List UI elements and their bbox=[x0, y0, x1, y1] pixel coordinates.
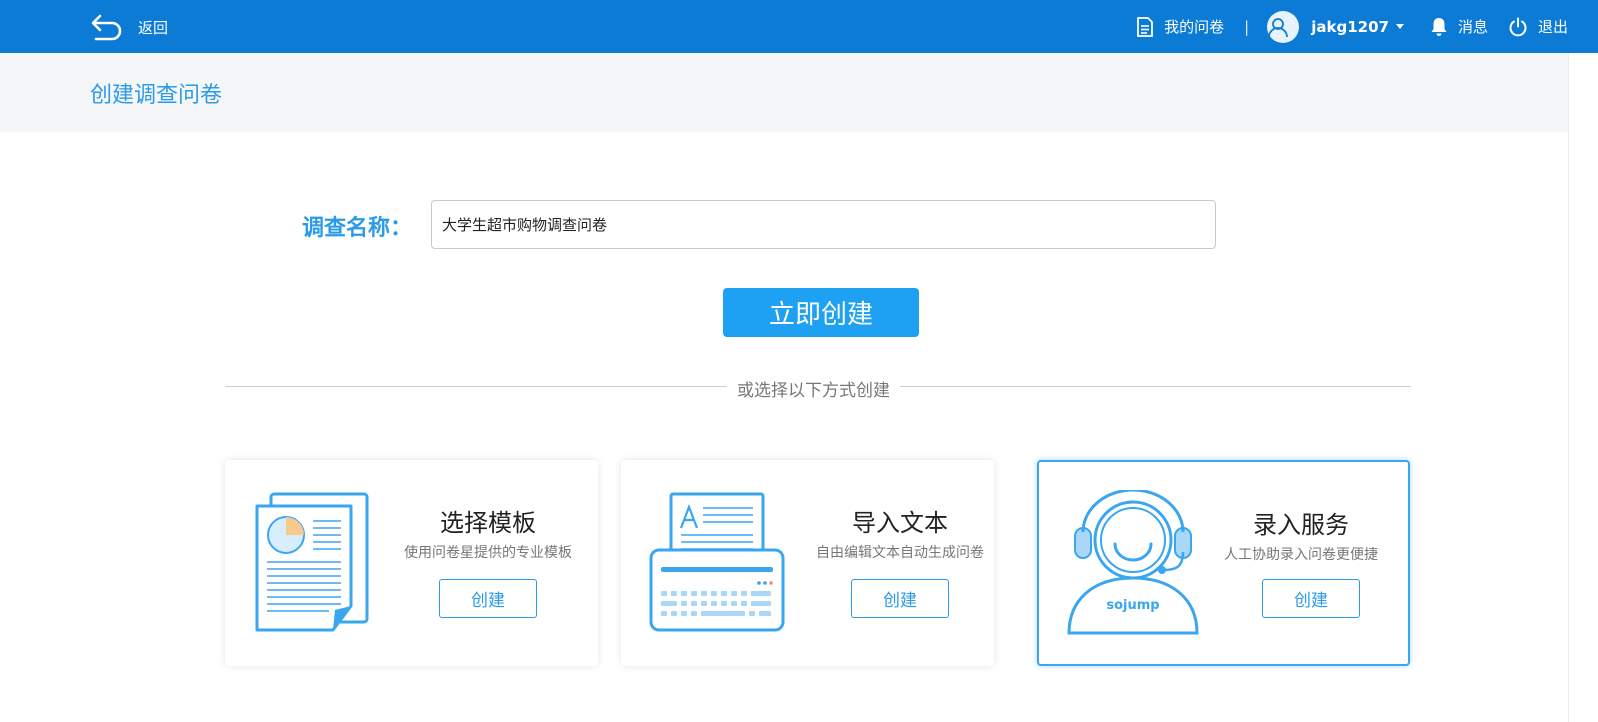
messages-link[interactable]: 消息 bbox=[1430, 16, 1488, 37]
card-entry-service: sojump 录入服务 人工协助录入问卷更便捷 创建 bbox=[1037, 460, 1410, 666]
user-dropdown[interactable]: jakg1207 bbox=[1267, 10, 1404, 43]
logout-label: 退出 bbox=[1537, 18, 1568, 36]
import-text-button[interactable]: 创建 bbox=[851, 579, 949, 618]
menu-separator: | bbox=[1244, 17, 1250, 36]
card-title: 导入文本 bbox=[852, 509, 948, 537]
card-title: 选择模板 bbox=[440, 509, 536, 537]
typewriter-icon bbox=[649, 492, 785, 632]
card-import-text: 导入文本 自由编辑文本自动生成问卷 创建 bbox=[621, 460, 994, 666]
divider-text: 或选择以下方式创建 bbox=[727, 376, 900, 401]
power-icon bbox=[1509, 17, 1527, 36]
scrollbar[interactable] bbox=[1568, 53, 1598, 722]
back-label: 返回 bbox=[138, 18, 169, 37]
card-template: 选择模板 使用问卷星提供的专业模板 创建 bbox=[225, 460, 598, 666]
support-agent-icon: sojump bbox=[1067, 490, 1199, 635]
my-surveys-link[interactable]: 我的问卷 bbox=[1136, 16, 1224, 37]
card-description: 人工协助录入问卷更便捷 bbox=[1224, 547, 1378, 563]
create-now-button[interactable]: 立即创建 bbox=[723, 288, 919, 337]
logout-link[interactable]: 退出 bbox=[1508, 16, 1568, 37]
page-title: 创建调查问卷 bbox=[90, 83, 223, 108]
messages-label: 消息 bbox=[1457, 18, 1488, 36]
template-document-icon bbox=[255, 492, 369, 632]
user-menu-area: 我的问卷 | jakg1207 消息 退出 bbox=[1136, 0, 1568, 53]
create-from-template-button[interactable]: 创建 bbox=[439, 579, 537, 618]
caret-down-icon bbox=[1395, 24, 1404, 29]
card-description: 使用问卷星提供的专业模板 bbox=[404, 545, 572, 561]
top-navigation-bar: 返回 我的问卷 | jakg1207 消息 退出 bbox=[0, 0, 1598, 53]
bell-icon bbox=[1431, 17, 1447, 36]
document-icon bbox=[1137, 16, 1154, 37]
avatar bbox=[1267, 10, 1300, 43]
card-description: 自由编辑文本自动生成问卷 bbox=[816, 545, 984, 561]
back-arrow-icon bbox=[91, 14, 122, 41]
survey-name-label: 调查名称： bbox=[302, 216, 413, 241]
page-header: 创建调查问卷 bbox=[0, 53, 1568, 132]
user-icon bbox=[1268, 17, 1289, 37]
back-button[interactable]: 返回 bbox=[90, 12, 168, 42]
entry-service-button[interactable]: 创建 bbox=[1262, 579, 1360, 618]
sojump-brand-text: sojump bbox=[1106, 598, 1159, 613]
card-title: 录入服务 bbox=[1253, 511, 1349, 539]
username: jakg1207 bbox=[1311, 17, 1389, 36]
survey-name-input[interactable] bbox=[431, 200, 1216, 249]
my-surveys-label: 我的问卷 bbox=[1164, 18, 1225, 36]
